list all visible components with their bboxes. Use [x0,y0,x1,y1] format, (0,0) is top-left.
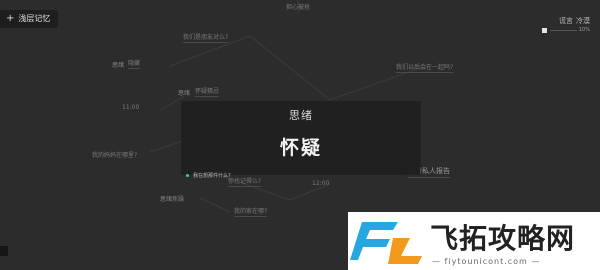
map-node[interactable]: 担心被抢 [286,2,310,11]
status-label: 谎言 [559,17,573,25]
modal-subtitle: 思绪 [289,109,313,122]
map-node-tag: 思绪 [112,62,125,69]
status-dot-icon [542,27,547,33]
watermark-title: 飞拓攻略网 [430,221,576,255]
status-dot-icon [186,173,189,177]
map-node[interactable]: 焦躁 [172,194,184,203]
map-node-tag: 思绪 [160,196,173,203]
header-title: 浅层记忆 [18,14,51,23]
map-node[interactable]: 怀疑猜忌 [195,86,220,97]
watermark-logo-icon [348,212,426,270]
status-panel: 谎言 冷漠 10% [542,16,590,36]
corner-marker [0,246,8,256]
map-node[interactable]: 我们以后会在一起吗? [396,62,454,73]
watermark-text: 飞拓攻略网 — fiytounicont.com — [426,212,600,270]
plus-icon: + [6,13,15,24]
status-bar: 10% [542,27,590,33]
dialogue-option[interactable]: 我在想那件什么? [186,170,231,180]
watermark-url: — fiytounicont.com — [432,256,541,266]
map-node-time: 12:00 [312,180,330,187]
status-line [550,29,577,31]
map-node[interactable]: 我们是朋友对么? [183,32,229,43]
map-node[interactable]: 隐藏 [128,58,141,69]
status-progress: 10% [578,27,590,33]
status-label: 冷漠 [576,17,590,25]
map-node[interactable]: 你也记得么? [228,176,262,187]
modal-title: 怀疑 [279,137,322,159]
map-node-tag: 思绪 [178,90,191,97]
map-node[interactable]: 我的妈妈在哪里? [92,150,137,159]
map-node[interactable]: 我的家在哪? [234,206,268,217]
watermark-logo-shape [350,222,422,264]
memory-header[interactable]: + 浅层记忆 [0,10,59,28]
dialogue-option-label: 我在想那件什么? [193,172,231,179]
map-node-time: 11:00 [122,104,140,111]
thought-modal: 思绪 怀疑 [182,102,420,174]
